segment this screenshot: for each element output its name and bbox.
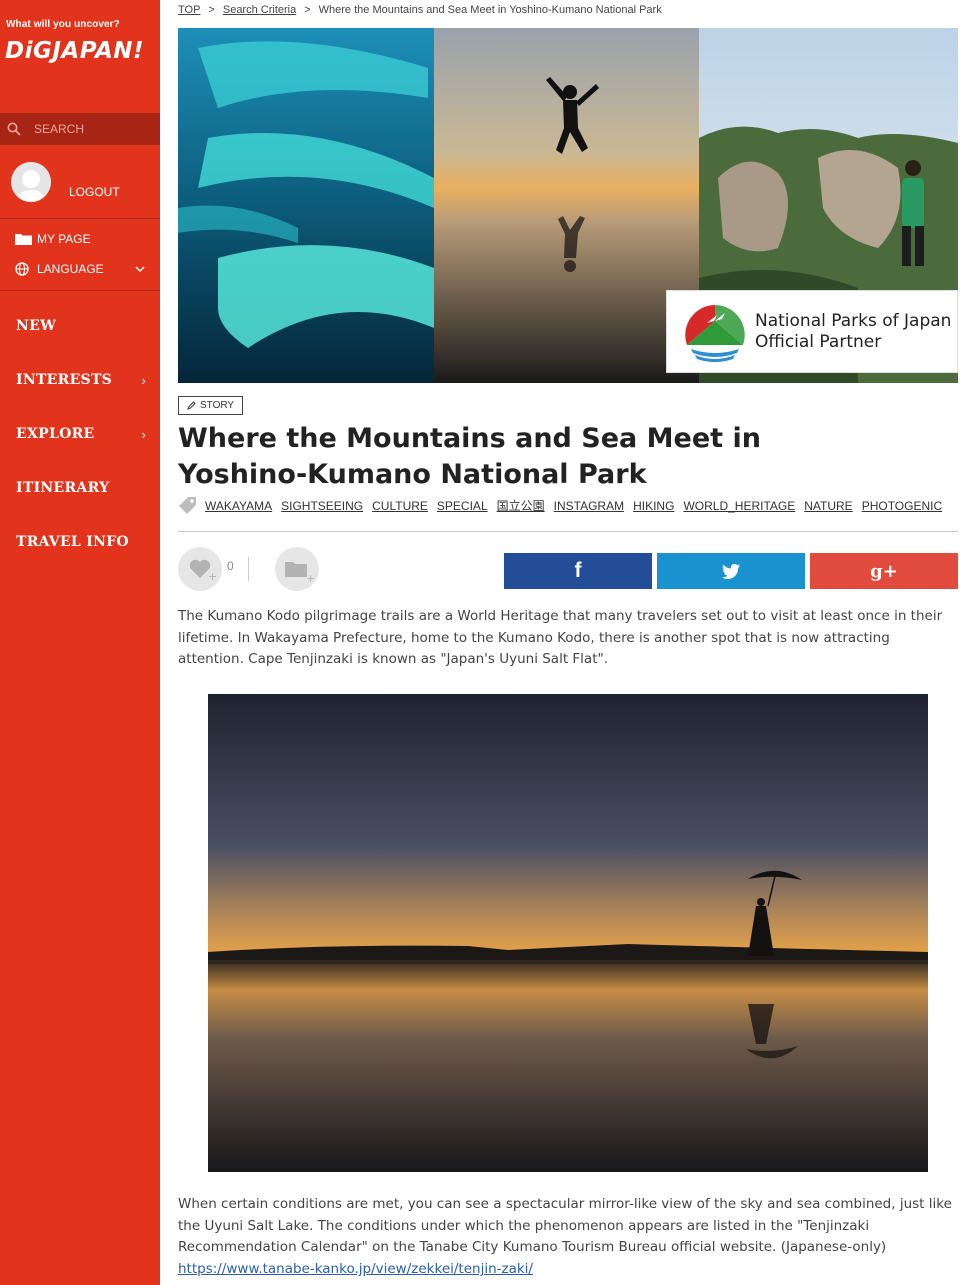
paragraph-text: When certain conditions are met, you can… [178, 1196, 952, 1256]
google-plus-share-button[interactable]: g+ [810, 553, 958, 589]
chevron-down-icon [135, 265, 145, 272]
like-count: 0 [227, 559, 234, 573]
search-input[interactable]: SEARCH [34, 122, 84, 136]
search-bar[interactable]: SEARCH [0, 113, 160, 145]
tag-link[interactable]: SIGHTSEEING [281, 499, 363, 513]
national-parks-logo-icon [685, 305, 745, 362]
nav-travel-info-label: TRAVEL INFO [16, 534, 129, 550]
tag-link[interactable]: WAKAYAMA [205, 499, 272, 513]
nav-interests-label: INTERESTS [16, 372, 113, 388]
svg-text:+: + [306, 572, 315, 585]
breadcrumb-sep: > [304, 4, 311, 16]
nav-explore-label: EXPLORE [16, 426, 95, 442]
tanabe-kanko-link[interactable]: https://www.tanabe-kanko.jp/view/zekkei/… [178, 1261, 533, 1277]
tag-link[interactable]: NATURE [804, 499, 852, 513]
divider [0, 218, 160, 219]
my-page-label: MY PAGE [37, 232, 91, 246]
nav-new[interactable]: NEW [16, 318, 146, 334]
badge-line2: Official Partner [755, 332, 882, 352]
article-paragraph: The Kumano Kodo pilgrimage trails are a … [178, 608, 943, 668]
save-to-folder-button[interactable]: + [275, 547, 319, 591]
twitter-share-button[interactable] [657, 553, 805, 589]
heart-plus-icon: + [189, 559, 217, 583]
twitter-icon [722, 563, 740, 579]
breadcrumb-top[interactable]: TOP [178, 4, 200, 16]
nav-itinerary[interactable]: ITINERARY [16, 480, 146, 496]
tag-link[interactable]: PHOTOGENIC [862, 499, 942, 513]
tag-link[interactable]: HIKING [633, 499, 674, 513]
language-selector[interactable]: LANGUAGE [15, 262, 145, 276]
divider [178, 531, 958, 532]
nav-travel-info[interactable]: TRAVEL INFO [16, 534, 146, 550]
national-parks-badge[interactable]: National Parks of Japan Official Partner [666, 290, 958, 373]
pencil-icon [187, 401, 196, 410]
logout-link[interactable]: LOGOUT [69, 185, 120, 199]
article-title: Where the Mountains and Sea Meet in Yosh… [178, 423, 761, 490]
folder-icon [15, 234, 32, 245]
article-photo [208, 694, 928, 1172]
tag-link[interactable]: WORLD_HERITAGE [683, 499, 795, 513]
nav-itinerary-label: ITINERARY [16, 480, 110, 496]
sunset-mirror-photo [208, 694, 928, 1172]
globe-icon [15, 262, 29, 276]
tagline: What will you uncover? [6, 19, 120, 30]
svg-text:+: + [208, 570, 217, 583]
tag-link[interactable]: SPECIAL [437, 499, 488, 513]
google-plus-icon: g+ [870, 560, 898, 582]
nav-new-label: NEW [16, 318, 57, 334]
divider [0, 290, 160, 291]
badge-text: National Parks of Japan Official Partner [755, 311, 951, 353]
my-page-link[interactable]: MY PAGE [15, 232, 91, 246]
divider [248, 557, 249, 581]
avatar[interactable] [11, 162, 51, 202]
tag-link[interactable]: CULTURE [372, 499, 428, 513]
sidebar: What will you uncover? DiGJAPAN! SEARCH … [0, 0, 160, 1285]
nav-interests[interactable]: INTERESTS › [16, 372, 146, 388]
user-avatar-icon [11, 162, 51, 202]
category-badge[interactable]: STORY [178, 396, 244, 415]
breadcrumb: TOP > Search Criteria > Where the Mounta… [178, 4, 662, 16]
breadcrumb-current: Where the Mountains and Sea Meet in Yosh… [318, 4, 662, 16]
digjapan-logo[interactable]: DiGJAPAN! [5, 38, 144, 64]
category-label: STORY [200, 400, 235, 411]
badge-line1: National Parks of Japan [755, 311, 952, 331]
article-paragraph: When certain conditions are met, you can… [178, 1194, 958, 1281]
breadcrumb-search[interactable]: Search Criteria [223, 4, 296, 16]
chevron-right-icon: › [141, 426, 146, 442]
language-label: LANGUAGE [37, 262, 104, 276]
folder-plus-icon: + [285, 562, 315, 585]
search-icon [7, 122, 21, 136]
tag-link[interactable]: INSTAGRAM [554, 499, 624, 513]
breadcrumb-sep: > [208, 4, 215, 16]
tag-link[interactable]: 国立公園 [497, 497, 545, 514]
tag-list: WAKAYAMA SIGHTSEEING CULTURE SPECIAL 国立公… [178, 496, 951, 515]
like-button[interactable]: + [178, 547, 222, 591]
facebook-share-button[interactable]: f [504, 553, 652, 589]
nav-explore[interactable]: EXPLORE › [16, 426, 146, 442]
chevron-right-icon: › [141, 372, 146, 388]
facebook-icon: f [574, 559, 582, 582]
tag-icon [179, 497, 196, 514]
